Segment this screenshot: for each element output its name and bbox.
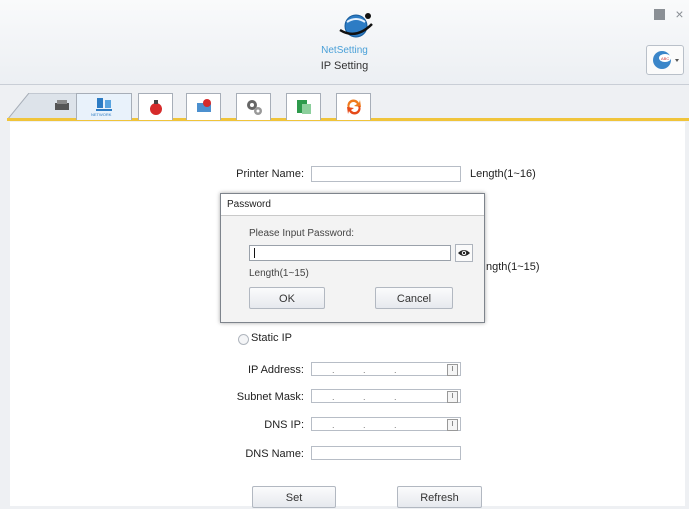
password-prompt: Please Input Password: <box>249 228 355 239</box>
language-button[interactable]: ABC <box>646 45 684 75</box>
tab-file[interactable] <box>286 93 321 120</box>
dns-name-input[interactable] <box>311 446 461 460</box>
dns-name-label: DNS Name: <box>245 448 304 460</box>
ip-address-placeholder: . . . <box>332 365 410 375</box>
ip-address-label: IP Address: <box>247 364 304 376</box>
dns-ip-input[interactable]: . . . I <box>311 417 461 431</box>
ok-button[interactable]: OK <box>249 287 325 309</box>
bell-icon <box>150 100 162 115</box>
tab-settings[interactable] <box>236 93 271 120</box>
cancel-button[interactable]: Cancel <box>375 287 453 309</box>
dns-ip-cursor-icon[interactable]: I <box>447 419 458 431</box>
printer-name-input[interactable] <box>311 166 461 182</box>
ip-address-input[interactable]: . . . I <box>311 362 461 376</box>
tab-printer[interactable] <box>45 93 75 120</box>
app-name: NetSetting <box>321 45 368 56</box>
password-length-hint: Length(1~15) <box>249 268 309 279</box>
close-button[interactable]: × <box>674 7 685 21</box>
ip-address-cursor-icon[interactable]: I <box>447 364 458 376</box>
subnet-mask-cursor-icon[interactable]: I <box>447 391 458 403</box>
printer-name-hint: Length(1~16) <box>470 168 536 180</box>
static-ip-radio[interactable] <box>238 334 249 345</box>
refresh-icon <box>347 99 361 115</box>
refresh-button[interactable]: Refresh <box>397 486 482 508</box>
printer-name-label: Printer Name: <box>236 168 304 180</box>
subnet-mask-placeholder: . . . <box>332 392 410 402</box>
password-dialog-title: Password <box>221 194 484 216</box>
subnet-mask-input[interactable]: . . . I <box>311 389 461 403</box>
svg-text:ABC: ABC <box>661 56 669 61</box>
tab-alert[interactable] <box>186 93 221 120</box>
text-caret <box>254 248 255 258</box>
set-button[interactable]: Set <box>252 486 336 508</box>
password-input[interactable] <box>249 245 451 261</box>
tab-bell[interactable] <box>138 93 173 120</box>
tab-network[interactable]: NETWORK <box>76 93 132 120</box>
app-subtitle: IP Setting <box>320 60 369 72</box>
subnet-mask-label: Subnet Mask: <box>236 391 304 403</box>
app-header: NetSetting IP Setting × ABC <box>0 0 689 85</box>
netsetting-logo-icon <box>339 13 373 38</box>
minimize-button[interactable] <box>654 9 665 20</box>
file-transfer-icon <box>297 100 311 114</box>
tab-refresh[interactable] <box>336 93 371 120</box>
show-password-button[interactable] <box>455 244 473 262</box>
globe-language-icon: ABC <box>653 51 679 69</box>
alert-icon <box>197 99 211 112</box>
tab-network-label: NETWORK <box>91 112 112 117</box>
dns-ip-label: DNS IP: <box>264 419 304 431</box>
printer-icon <box>55 100 69 110</box>
gear-icon <box>247 100 262 115</box>
static-ip-label: Static IP <box>251 332 292 344</box>
eye-icon <box>458 250 470 256</box>
password-dialog: Password Please Input Password: Length(1… <box>220 193 485 323</box>
dns-ip-placeholder: . . . <box>332 420 410 430</box>
length-hint-partial: ngth(1~15) <box>486 261 540 273</box>
